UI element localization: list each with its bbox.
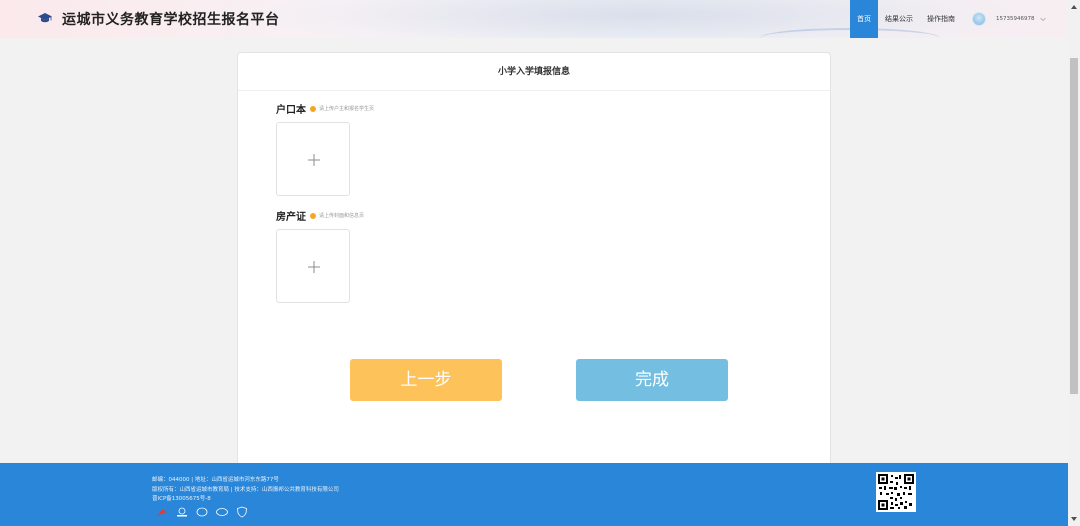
footer: 邮编：044000 | 地址：山西省运城市河东东路77号 版权所有：山西省运城市… bbox=[0, 463, 1068, 526]
scrollbar-thumb[interactable] bbox=[1070, 58, 1078, 394]
field-label-hukou: 户口本 请上传户主和报名学生页 bbox=[276, 101, 374, 116]
info-icon bbox=[310, 212, 316, 219]
info-icon bbox=[310, 105, 316, 112]
site-title: 运城市义务教育学校招生报名平台 bbox=[62, 12, 280, 28]
footer-copyright: 版权所有：山西省运城市教育局 | 技术支持：山西振邦公共教育科技有限公司 bbox=[152, 487, 339, 493]
field-hint: 请上传户主和报名学生页 bbox=[319, 106, 375, 112]
graduation-cap-icon bbox=[38, 13, 52, 23]
chevron-down-icon[interactable] bbox=[1039, 15, 1047, 23]
field-label-text: 户口本 bbox=[276, 105, 306, 116]
partner-logo-icon bbox=[216, 508, 228, 516]
plus-icon[interactable] bbox=[307, 260, 321, 274]
field-label-property: 房产证 请上传封面和信息页 bbox=[276, 208, 364, 223]
nav-guide[interactable]: 操作指南 bbox=[920, 0, 962, 38]
user-menu[interactable]: 15735946978 bbox=[972, 12, 1047, 26]
scroll-up-arrow-icon[interactable] bbox=[1070, 2, 1078, 12]
footer-logos bbox=[156, 506, 248, 518]
qr-code bbox=[876, 472, 916, 512]
page-scrollbar[interactable] bbox=[1068, 0, 1080, 526]
partner-logo-icon bbox=[177, 507, 187, 517]
upload-hukou[interactable] bbox=[276, 122, 350, 196]
form-card: 小学入学填报信息 户口本 请上传户主和报名学生页 房产证 请上传封面和信息页 上… bbox=[237, 52, 831, 472]
field-label-text: 房产证 bbox=[276, 212, 306, 223]
nav-results[interactable]: 结果公示 bbox=[878, 0, 920, 38]
upload-property[interactable] bbox=[276, 229, 350, 303]
prev-step-button[interactable]: 上一步 bbox=[350, 359, 502, 401]
avatar[interactable] bbox=[972, 12, 986, 26]
footer-address: 邮编：044000 | 地址：山西省运城市河东东路77号 bbox=[152, 477, 279, 483]
plus-icon[interactable] bbox=[307, 153, 321, 167]
nav-home[interactable]: 首页 bbox=[850, 0, 878, 38]
user-phone[interactable]: 15735946978 bbox=[996, 16, 1035, 22]
qr-code-icon bbox=[878, 474, 914, 510]
footer-icp[interactable]: 晋ICP备13005675号-8 bbox=[152, 494, 211, 502]
partner-logo-icon bbox=[157, 509, 167, 517]
scroll-down-arrow-icon[interactable] bbox=[1070, 514, 1078, 524]
top-header: 运城市义务教育学校招生报名平台 首页 结果公示 操作指南 15735946978 bbox=[0, 0, 1068, 38]
field-hint: 请上传封面和信息页 bbox=[319, 213, 365, 219]
partner-logo-icon bbox=[196, 507, 208, 517]
finish-button[interactable]: 完成 bbox=[576, 359, 728, 401]
form-title: 小学入学填报信息 bbox=[238, 53, 830, 91]
top-nav: 首页 结果公示 操作指南 bbox=[850, 0, 962, 38]
shield-icon bbox=[237, 506, 247, 518]
